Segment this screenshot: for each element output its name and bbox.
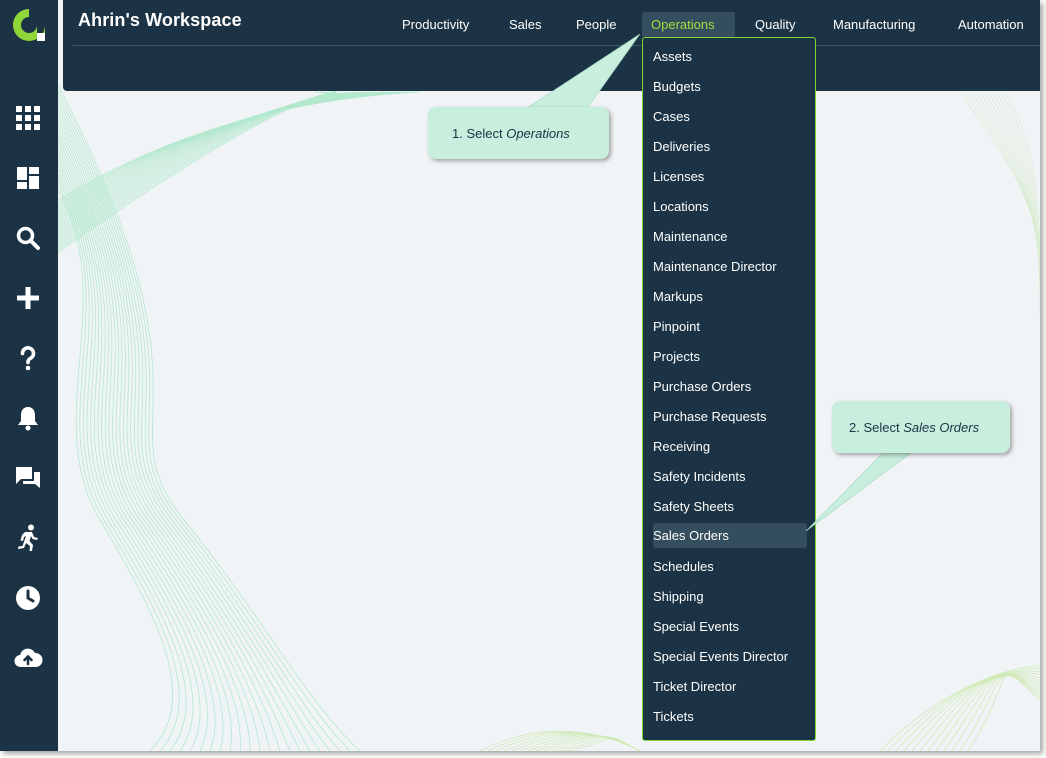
menu-item-maintenance[interactable]: Maintenance bbox=[653, 224, 807, 249]
operations-dropdown-menu: Assets Budgets Cases Deliveries Licenses… bbox=[642, 37, 816, 741]
menu-item-pinpoint[interactable]: Pinpoint bbox=[653, 314, 807, 339]
menu-item-purchase-orders[interactable]: Purchase Orders bbox=[653, 374, 807, 399]
menu-item-special-events-director[interactable]: Special Events Director bbox=[653, 644, 807, 669]
help-icon[interactable] bbox=[11, 341, 45, 375]
nav-item-automation[interactable]: Automation bbox=[949, 12, 1033, 37]
menu-item-sales-orders[interactable]: Sales Orders bbox=[653, 523, 807, 548]
menu-item-locations[interactable]: Locations bbox=[653, 194, 807, 219]
menu-item-projects[interactable]: Projects bbox=[653, 344, 807, 369]
topbar-divider bbox=[73, 45, 1040, 46]
nav-item-operations[interactable]: Operations bbox=[642, 12, 735, 37]
callout-step-2-prefix: 2. Select bbox=[849, 419, 904, 435]
menu-item-ticket-director[interactable]: Ticket Director bbox=[653, 674, 807, 699]
menu-item-cases[interactable]: Cases bbox=[653, 104, 807, 129]
search-icon[interactable] bbox=[11, 221, 45, 255]
menu-item-markups[interactable]: Markups bbox=[653, 284, 807, 309]
notifications-bell-icon[interactable] bbox=[11, 401, 45, 435]
menu-item-receiving[interactable]: Receiving bbox=[653, 434, 807, 459]
menu-item-maintenance-director[interactable]: Maintenance Director bbox=[653, 254, 807, 279]
menu-item-deliveries[interactable]: Deliveries bbox=[653, 134, 807, 159]
callout-step-2: 2. Select Sales Orders bbox=[832, 401, 1010, 453]
app-logo[interactable] bbox=[10, 6, 48, 44]
menu-item-assets[interactable]: Assets bbox=[653, 44, 807, 69]
nav-item-productivity[interactable]: Productivity bbox=[393, 12, 478, 37]
callout-step-1-target: Operations bbox=[506, 125, 570, 141]
nav-item-quality[interactable]: Quality bbox=[746, 12, 804, 37]
dashboard-icon[interactable] bbox=[11, 161, 45, 195]
activity-runner-icon[interactable] bbox=[11, 521, 45, 555]
workspace-title: Ahrin's Workspace bbox=[78, 10, 242, 30]
cloud-upload-icon[interactable] bbox=[11, 641, 45, 675]
callout-step-2-target: Sales Orders bbox=[903, 419, 980, 435]
apps-grid-icon[interactable] bbox=[11, 101, 45, 135]
nav-item-manufacturing[interactable]: Manufacturing bbox=[824, 12, 924, 37]
nav-item-people[interactable]: People bbox=[567, 12, 625, 37]
chat-icon[interactable] bbox=[11, 461, 45, 495]
add-icon[interactable] bbox=[11, 281, 45, 315]
callout-step-1: 1. Select Operations bbox=[428, 107, 609, 159]
menu-item-budgets[interactable]: Budgets bbox=[653, 74, 807, 99]
menu-item-special-events[interactable]: Special Events bbox=[653, 614, 807, 639]
menu-item-shipping[interactable]: Shipping bbox=[653, 584, 807, 609]
menu-item-licenses[interactable]: Licenses bbox=[653, 164, 807, 189]
menu-item-purchase-requests[interactable]: Purchase Requests bbox=[653, 404, 807, 429]
menu-item-tickets[interactable]: Tickets bbox=[653, 704, 807, 729]
menu-item-safety-incidents[interactable]: Safety Incidents bbox=[653, 464, 807, 489]
menu-item-schedules[interactable]: Schedules bbox=[653, 554, 807, 579]
nav-item-sales[interactable]: Sales bbox=[500, 12, 551, 37]
history-clock-icon[interactable] bbox=[11, 581, 45, 615]
sidebar bbox=[0, 0, 58, 751]
callout-step-1-prefix: 1. Select bbox=[452, 125, 507, 141]
menu-item-safety-sheets[interactable]: Safety Sheets bbox=[653, 494, 807, 519]
